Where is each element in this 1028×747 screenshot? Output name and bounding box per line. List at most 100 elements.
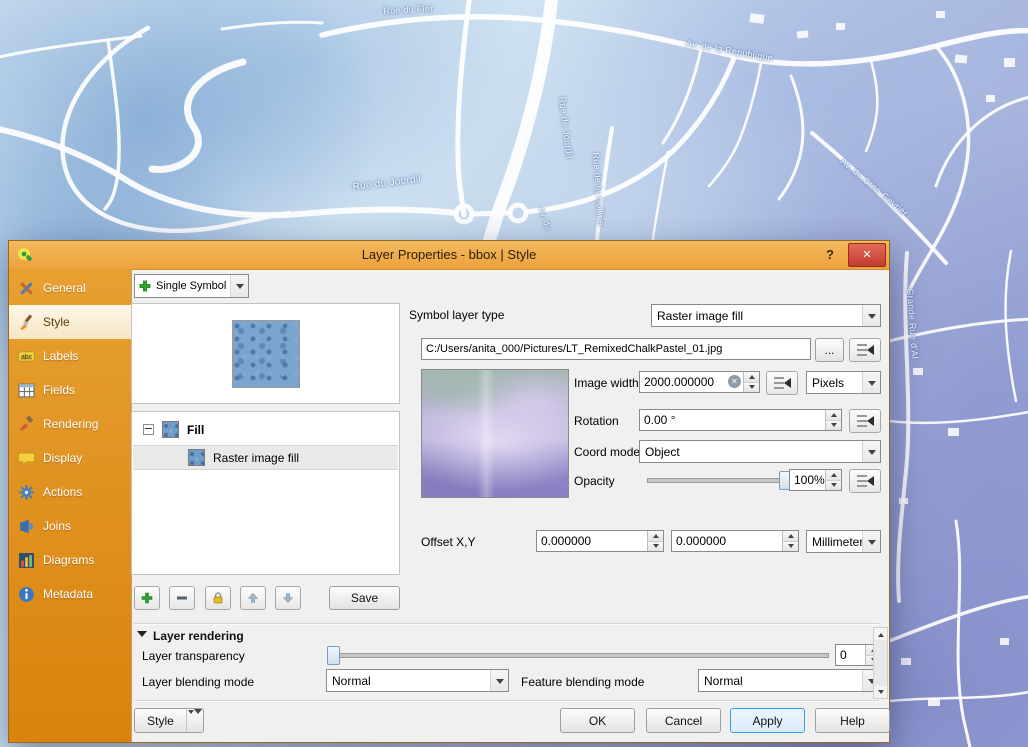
sidebar-label: Metadata xyxy=(43,587,93,601)
sidebar-item-rendering[interactable]: Rendering xyxy=(9,407,131,441)
data-defined-button[interactable] xyxy=(849,469,881,493)
layer-blending-mode-combo[interactable]: Normal xyxy=(326,669,509,692)
spin-up-button[interactable] xyxy=(744,372,759,382)
coord-mode-combo[interactable]: Object xyxy=(639,440,881,463)
sidebar-item-display[interactable]: Display xyxy=(9,441,131,475)
remove-symbol-layer-button[interactable] xyxy=(169,586,195,610)
sidebar-item-diagrams[interactable]: Diagrams xyxy=(9,543,131,577)
image-width-unit-combo[interactable]: Pixels xyxy=(806,371,881,394)
sidebar-label: Labels xyxy=(43,349,78,363)
spin-down-button[interactable] xyxy=(826,420,841,431)
separator xyxy=(134,623,879,625)
layer-transparency-slider[interactable] xyxy=(326,645,831,665)
image-width-spinbox[interactable]: 2000.000000 xyxy=(639,371,760,393)
image-width-unit-value: Pixels xyxy=(807,376,862,390)
scroll-up-button[interactable] xyxy=(874,628,887,640)
sidebar-item-general[interactable]: General xyxy=(9,271,131,305)
slider-track xyxy=(647,478,789,483)
feature-blending-mode-combo[interactable]: Normal xyxy=(698,669,881,692)
sidebar-label: Style xyxy=(43,315,70,329)
spin-down-button[interactable] xyxy=(826,480,841,491)
layer-blending-mode-value: Normal xyxy=(327,674,490,688)
help-button[interactable]: ? xyxy=(819,245,841,265)
abc-labels-icon: abc xyxy=(18,348,35,365)
feature-blending-mode-value: Normal xyxy=(699,674,862,688)
plus-icon xyxy=(140,591,154,605)
image-path-input[interactable] xyxy=(421,338,811,360)
sidebar-item-metadata[interactable]: Metadata xyxy=(9,577,131,611)
megaphone-icon xyxy=(18,518,35,535)
symbol-layer-type-combo[interactable]: Raster image fill xyxy=(651,304,881,327)
down-arrow-icon xyxy=(281,591,295,605)
tree-item-raster-image-fill[interactable]: Raster image fill xyxy=(133,445,398,470)
chevron-down-icon xyxy=(490,670,508,691)
opacity-slider[interactable] xyxy=(645,470,791,490)
svg-text:abc: abc xyxy=(21,354,33,361)
single-symbol-icon xyxy=(139,280,151,292)
save-symbol-button[interactable]: Save xyxy=(329,586,400,610)
move-up-button[interactable] xyxy=(240,586,266,610)
sidebar-item-joins[interactable]: Joins xyxy=(9,509,131,543)
sidebar-item-actions[interactable]: Actions xyxy=(9,475,131,509)
offset-x-spinbox[interactable]: 0.000000 xyxy=(536,530,664,552)
layer-rendering-title: Layer rendering xyxy=(153,629,244,643)
window-title: Layer Properties - bbox | Style xyxy=(9,241,889,269)
rotation-value: 0.00 ° xyxy=(640,410,825,430)
sidebar-item-fields[interactable]: Fields xyxy=(9,373,131,407)
slider-handle[interactable] xyxy=(327,646,340,665)
sidebar-label: Actions xyxy=(43,485,82,499)
spin-down-button[interactable] xyxy=(648,541,663,552)
spin-arrows xyxy=(825,470,841,490)
scrollbar[interactable] xyxy=(873,627,888,699)
sidebar-label: General xyxy=(43,281,86,295)
title-bar[interactable]: Layer Properties - bbox | Style ? ✕ xyxy=(9,241,889,270)
data-defined-button[interactable] xyxy=(766,371,798,395)
sidebar-label: Fields xyxy=(43,383,75,397)
browse-button[interactable]: ... xyxy=(815,338,844,362)
bar-chart-icon xyxy=(18,552,35,569)
tree-item-fill[interactable]: Fill xyxy=(133,418,398,441)
sidebar-item-labels[interactable]: abc Labels xyxy=(9,339,131,373)
separator xyxy=(134,700,879,702)
spin-down-button[interactable] xyxy=(744,382,759,393)
close-button[interactable]: ✕ xyxy=(848,243,886,267)
move-down-button[interactable] xyxy=(275,586,301,610)
offset-y-spinbox[interactable]: 0.000000 xyxy=(671,530,799,552)
render-brush-icon xyxy=(18,416,35,433)
offset-unit-combo[interactable]: Millimeter xyxy=(806,530,881,553)
spin-up-button[interactable] xyxy=(783,531,798,541)
sidebar-label: Diagrams xyxy=(43,553,94,567)
ok-button[interactable]: OK xyxy=(560,708,635,733)
help-button-footer[interactable]: Help xyxy=(815,708,890,733)
image-width-value: 2000.000000 xyxy=(640,372,728,392)
spin-up-button[interactable] xyxy=(648,531,663,541)
spin-arrows xyxy=(647,531,663,551)
layer-rendering-header[interactable]: Layer rendering xyxy=(137,629,244,643)
apply-button[interactable]: Apply xyxy=(730,708,805,733)
spin-down-button[interactable] xyxy=(783,541,798,552)
opacity-spinbox[interactable]: 100% xyxy=(789,469,842,491)
scroll-down-button[interactable] xyxy=(874,686,887,698)
lock-button[interactable] xyxy=(205,586,231,610)
clear-icon[interactable] xyxy=(728,375,741,388)
data-defined-button[interactable] xyxy=(849,409,881,433)
rotation-spinbox[interactable]: 0.00 ° xyxy=(639,409,842,431)
spin-up-button[interactable] xyxy=(826,470,841,480)
data-defined-button[interactable] xyxy=(849,338,881,362)
chevron-down-icon xyxy=(862,372,880,393)
wrench-icon xyxy=(18,280,35,297)
opacity-value: 100% xyxy=(790,470,825,490)
sidebar-item-style[interactable]: Style xyxy=(9,305,131,339)
symbol-layer-type-value: Raster image fill xyxy=(652,309,862,323)
tree-expander-icon[interactable] xyxy=(143,424,154,435)
cancel-button[interactable]: Cancel xyxy=(646,708,721,733)
add-symbol-layer-button[interactable] xyxy=(134,586,160,610)
up-arrow-icon xyxy=(246,591,260,605)
rotation-label: Rotation xyxy=(574,414,619,428)
style-menu-button[interactable]: Style xyxy=(134,708,204,733)
data-defined-icon xyxy=(857,475,874,488)
spin-arrows xyxy=(825,410,841,430)
spin-up-button[interactable] xyxy=(826,410,841,420)
renderer-combo[interactable]: Single Symbol xyxy=(134,274,249,298)
sidebar-label: Display xyxy=(43,451,82,465)
